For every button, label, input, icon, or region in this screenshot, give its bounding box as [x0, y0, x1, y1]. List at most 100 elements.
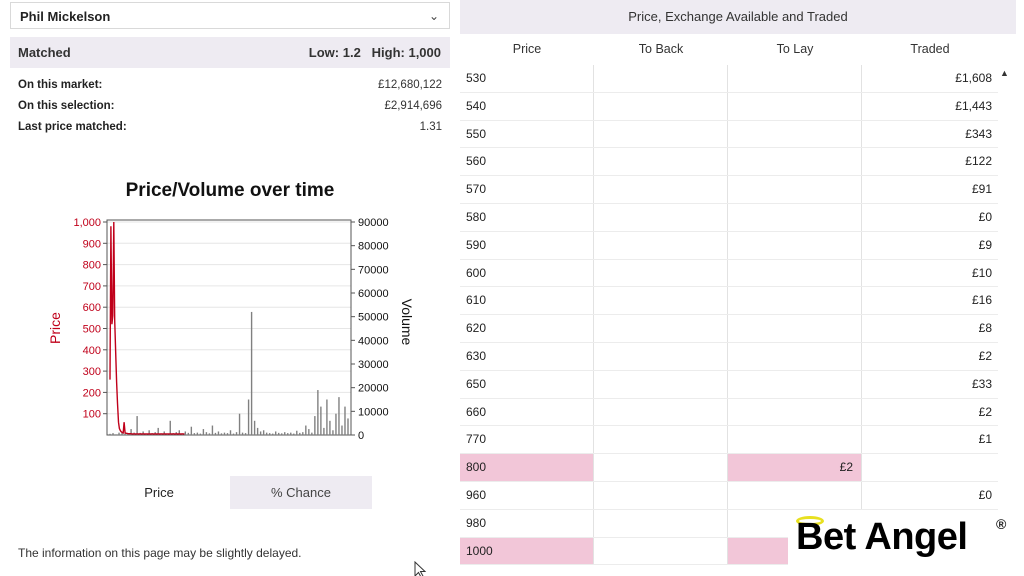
ladder-traded-cell: £91 — [971, 182, 992, 197]
ladder-row: 610 £16 — [460, 287, 998, 316]
ladder-back-cell[interactable] — [594, 120, 728, 148]
ladder-price-cell: 580 — [460, 203, 594, 231]
ladder-back-cell[interactable] — [594, 509, 728, 537]
ladder-lay-cell[interactable] — [728, 65, 862, 92]
ladder-price-cell: 620 — [460, 315, 594, 342]
ladder-back-cell[interactable] — [594, 287, 728, 315]
ladder-back-cell[interactable] — [594, 342, 728, 370]
ladder-lay-cell[interactable] — [728, 398, 862, 426]
volume-tick-label: 10000 — [358, 406, 389, 418]
price-tick-label: 900 — [83, 238, 101, 250]
ladder-price-cell: 530 — [460, 65, 594, 92]
ladder-lay-cell[interactable] — [728, 120, 862, 148]
ladder-panel: Price, Exchange Available and Traded Pri… — [460, 0, 1016, 576]
ladder-price-cell: 660 — [460, 398, 594, 426]
ladder-back-cell[interactable] — [594, 176, 728, 203]
stat-selection: On this selection: £2,914,696 — [18, 100, 442, 116]
toggle-price-button[interactable]: Price — [88, 476, 230, 509]
ladder-back-cell[interactable] — [594, 481, 728, 509]
ladder-row: 630 £2 — [460, 342, 998, 371]
ladder-lay-cell[interactable] — [728, 203, 862, 231]
ladder-row: 540 £1,443 — [460, 92, 998, 121]
volume-tick-label: 90000 — [358, 217, 389, 229]
ladder-back-cell[interactable] — [594, 454, 728, 481]
price-tick-label: 400 — [83, 345, 101, 357]
price-tick-label: 200 — [83, 387, 101, 399]
volume-tick-label: 30000 — [358, 359, 389, 371]
ladder-lay-cell[interactable] — [728, 259, 862, 287]
stat-label: On this selection: — [18, 100, 115, 112]
ladder-lay-cell[interactable]: £2 — [728, 454, 862, 481]
ladder-back-cell[interactable] — [594, 259, 728, 287]
ladder-lay-cell[interactable] — [728, 176, 862, 203]
ladder-traded-cell: £16 — [971, 293, 992, 308]
ladder-back-cell[interactable] — [594, 426, 728, 454]
volume-tick-label: 40000 — [358, 335, 389, 347]
ladder-row: 660 £2 — [460, 398, 998, 427]
ladder-back-cell[interactable] — [594, 315, 728, 342]
selection-dropdown[interactable]: Phil Mickelson ⌄ — [10, 2, 450, 29]
price-line — [109, 221, 185, 435]
chevron-down-icon[interactable]: ⌄ — [429, 9, 439, 23]
logo-registered: ® — [996, 516, 1007, 532]
ladder-lay-cell[interactable] — [728, 231, 862, 259]
price-axis-label: Price — [47, 312, 63, 344]
ladder-row: 550 £343 — [460, 120, 998, 149]
price-tick-label: 600 — [83, 302, 101, 314]
chart-title: Price/Volume over time — [125, 180, 335, 201]
ladder-row: 590 £9 — [460, 231, 998, 260]
ladder-lay-cell[interactable] — [728, 426, 862, 454]
ladder-price-cell: 1000 — [460, 537, 594, 565]
volume-tick-label: 20000 — [358, 383, 389, 395]
stat-market: On this market: £12,680,122 — [18, 79, 442, 95]
price-volume-chart: 100 200 300 400 500 600 700 800 900 1,000 0 10000 20… — [47, 217, 415, 442]
ladder-back-cell[interactable] — [594, 65, 728, 92]
ladder-row: 570 £91 — [460, 176, 998, 204]
col-header-traded: Traded — [910, 42, 950, 56]
price-tick-label: 700 — [83, 281, 101, 293]
matched-header: Matched Low: 1.2 High: 1,000 — [10, 37, 450, 68]
ladder-lay-cell[interactable] — [728, 481, 862, 509]
ladder-back-cell[interactable] — [594, 370, 728, 398]
ladder-back-cell[interactable] — [594, 231, 728, 259]
ladder-lay-cell[interactable] — [728, 148, 862, 176]
ladder-price-cell: 800 — [460, 454, 594, 481]
price-tick-label: 1,000 — [73, 217, 101, 229]
col-header-lay: To Lay — [776, 42, 814, 56]
stat-last-price: Last price matched: 1.31 — [18, 121, 442, 137]
logo-text: Bet Angel — [796, 516, 968, 558]
ladder-back-cell[interactable] — [594, 203, 728, 231]
ladder-traded-cell: £8 — [978, 321, 992, 336]
ladder-lay-cell[interactable] — [728, 92, 862, 120]
ladder-back-cell[interactable] — [594, 537, 728, 565]
ladder-price-cell: 770 — [460, 426, 594, 454]
stat-value: £12,680,122 — [378, 79, 442, 91]
ladder-lay-cell[interactable] — [728, 287, 862, 315]
ladder-back-cell[interactable] — [594, 148, 728, 176]
ladder-title: Price, Exchange Available and Traded — [460, 0, 1016, 34]
stat-value: 1.31 — [419, 121, 442, 133]
toggle-chance-button[interactable]: % Chance — [230, 476, 372, 509]
price-tick-label: 100 — [83, 409, 101, 421]
ladder-traded-cell: £1 — [978, 432, 992, 447]
ladder-price-cell: 600 — [460, 259, 594, 287]
plot-frame — [106, 219, 352, 436]
ladder-price-cell: 610 — [460, 287, 594, 315]
ladder-lay-cell[interactable] — [728, 342, 862, 370]
price-tick-label: 800 — [83, 260, 101, 272]
volume-axis-label: Volume — [399, 299, 415, 346]
ladder-traded-cell: £2 — [978, 348, 992, 363]
ladder-row: 580 £0 — [460, 203, 998, 232]
price-tick-label: 300 — [83, 366, 101, 378]
ladder-row: 770 £1 — [460, 426, 998, 455]
delay-note: The information on this page may be slig… — [18, 546, 302, 560]
scroll-up-icon[interactable]: ▲ — [1000, 68, 1009, 78]
ladder-lay-cell[interactable] — [728, 315, 862, 342]
ladder-row: 650 £33 — [460, 370, 998, 399]
ladder-lay-cell[interactable] — [728, 370, 862, 398]
ladder-back-cell[interactable] — [594, 398, 728, 426]
price-ladder: 530 £1,608 540 £1,443 550 £343 560 £122 570 £91 58… — [460, 65, 998, 566]
ladder-back-cell[interactable] — [594, 92, 728, 120]
chart-mode-toggle[interactable]: Price % Chance — [88, 476, 372, 509]
ladder-price-cell: 650 — [460, 370, 594, 398]
